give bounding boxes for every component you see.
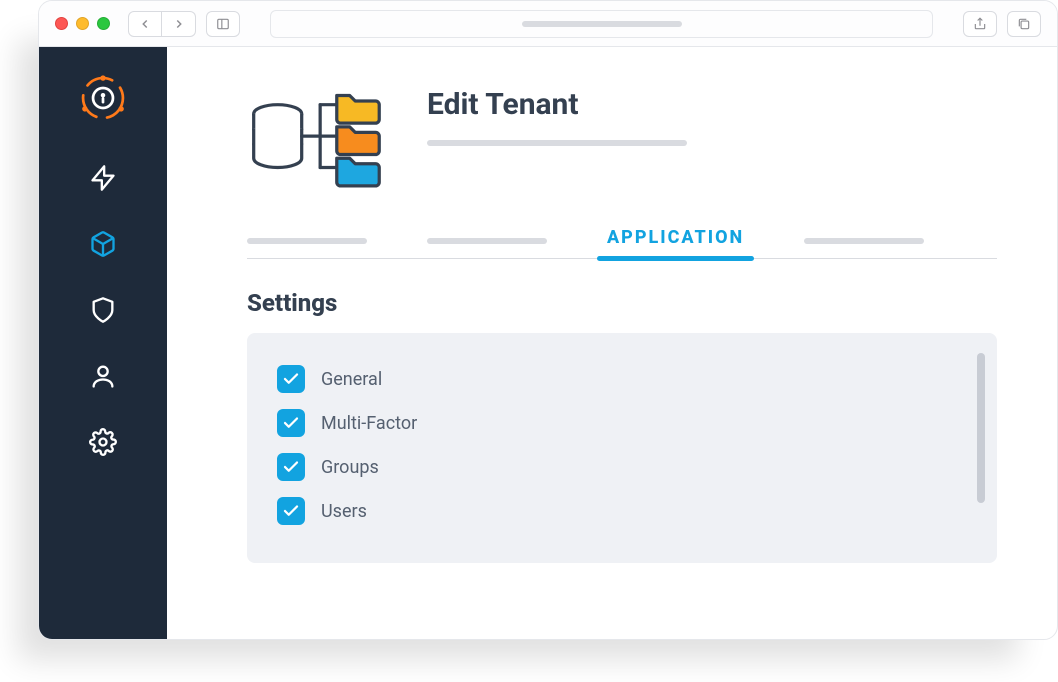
titlebar — [39, 1, 1057, 47]
fullscreen-window-button[interactable] — [97, 17, 110, 30]
tab-application[interactable]: APPLICATION — [607, 227, 744, 258]
tab-placeholder[interactable] — [804, 238, 924, 244]
setting-row-general[interactable]: General — [277, 357, 967, 401]
tenant-icon — [247, 77, 397, 197]
setting-row-users[interactable]: Users — [277, 489, 967, 533]
window-controls — [55, 17, 110, 30]
back-button[interactable] — [128, 11, 162, 37]
address-placeholder — [522, 21, 682, 27]
tab-placeholder[interactable] — [247, 238, 367, 244]
tabs-overview-button[interactable] — [1007, 11, 1041, 37]
page-header: Edit Tenant — [247, 77, 997, 197]
forward-button[interactable] — [162, 11, 196, 37]
browser-window: Edit Tenant APPLICATION Settings General — [38, 0, 1058, 640]
tab-strip: APPLICATION — [247, 227, 997, 259]
page-subtitle-placeholder — [427, 140, 687, 146]
setting-label: Multi-Factor — [321, 413, 417, 434]
nav-lightning-icon[interactable] — [88, 163, 118, 193]
scrollbar[interactable] — [977, 353, 985, 503]
settings-panel: General Multi-Factor Groups — [247, 333, 997, 563]
checkbox-checked-icon[interactable] — [277, 453, 305, 481]
sidebar-toggle-button[interactable] — [206, 11, 240, 37]
nav-settings-icon[interactable] — [88, 427, 118, 457]
setting-row-groups[interactable]: Groups — [277, 445, 967, 489]
settings-heading: Settings — [247, 289, 997, 317]
nav-user-icon[interactable] — [88, 361, 118, 391]
main-content: Edit Tenant APPLICATION Settings General — [167, 47, 1057, 639]
minimize-window-button[interactable] — [76, 17, 89, 30]
checkbox-checked-icon[interactable] — [277, 409, 305, 437]
sidebar — [39, 47, 167, 639]
checkbox-checked-icon[interactable] — [277, 497, 305, 525]
address-bar[interactable] — [270, 10, 933, 38]
close-window-button[interactable] — [55, 17, 68, 30]
page-title: Edit Tenant — [427, 77, 687, 122]
setting-label: Groups — [321, 457, 379, 478]
app-logo — [74, 69, 132, 127]
setting-label: Users — [321, 501, 367, 522]
nav-shield-icon[interactable] — [88, 295, 118, 325]
share-button[interactable] — [963, 11, 997, 37]
nav-cube-icon[interactable] — [88, 229, 118, 259]
setting-row-multifactor[interactable]: Multi-Factor — [277, 401, 967, 445]
setting-label: General — [321, 369, 382, 390]
tab-placeholder[interactable] — [427, 238, 547, 244]
checkbox-checked-icon[interactable] — [277, 365, 305, 393]
app-body: Edit Tenant APPLICATION Settings General — [39, 47, 1057, 639]
